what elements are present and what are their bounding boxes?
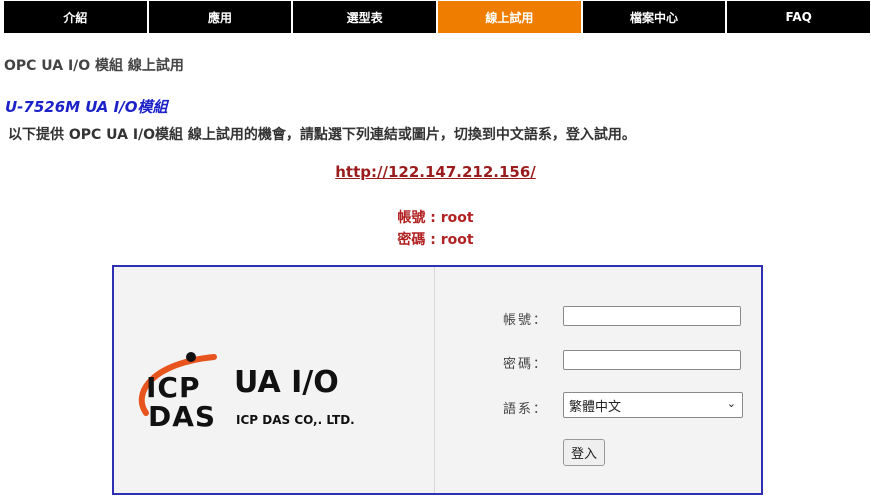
login-button[interactable]: 登入 xyxy=(563,439,605,466)
demo-link-container: http://122.147.212.156/ xyxy=(0,163,871,181)
language-selected-value: 繁體中文 xyxy=(569,399,622,415)
tab-online-trial[interactable]: 線上試用 xyxy=(438,1,581,33)
account-credential: 帳號 : root xyxy=(397,210,474,226)
language-label: 語系： xyxy=(503,402,549,417)
intro-text: 以下提供 OPC UA I/O模組 線上試用的機會，請點選下列連結或圖片，切換到… xyxy=(8,127,636,143)
top-nav: 介紹 應用 選型表 線上試用 檔案中心 FAQ xyxy=(4,1,871,33)
password-input[interactable] xyxy=(563,350,741,370)
password-label: 密碼： xyxy=(503,357,549,372)
tab-faq[interactable]: FAQ xyxy=(727,1,871,33)
tab-selection-guide[interactable]: 選型表 xyxy=(293,1,437,33)
login-screenshot-link[interactable]: ICP DAS UA I/O ICP DAS CO,. LTD. 帳號： 密碼：… xyxy=(112,265,763,495)
account-label: 帳號： xyxy=(503,313,549,328)
demo-link[interactable]: http://122.147.212.156/ xyxy=(335,163,536,181)
logo-das-text: DAS xyxy=(148,400,217,433)
tab-intro[interactable]: 介紹 xyxy=(4,1,147,33)
tab-download-center[interactable]: 檔案中心 xyxy=(582,1,726,33)
logo-company-text: ICP DAS CO,. LTD. xyxy=(236,413,355,427)
logo-product-text: UA I/O xyxy=(234,365,339,400)
account-input[interactable] xyxy=(563,306,741,326)
product-title: U-7526M UA I/O模組 xyxy=(5,98,168,116)
password-credential: 密碼 : root xyxy=(397,232,474,248)
breadcrumb: OPC UA I/O 模組 線上試用 xyxy=(4,58,184,74)
login-form: 帳號： 密碼： 語系： 繁體中文 ⌄ 登入 xyxy=(435,267,761,493)
chevron-down-icon: ⌄ xyxy=(726,397,736,410)
language-select[interactable]: 繁體中文 ⌄ xyxy=(563,392,743,418)
tab-applications[interactable]: 應用 xyxy=(148,1,292,33)
brand-panel: ICP DAS UA I/O ICP DAS CO,. LTD. xyxy=(114,267,435,493)
